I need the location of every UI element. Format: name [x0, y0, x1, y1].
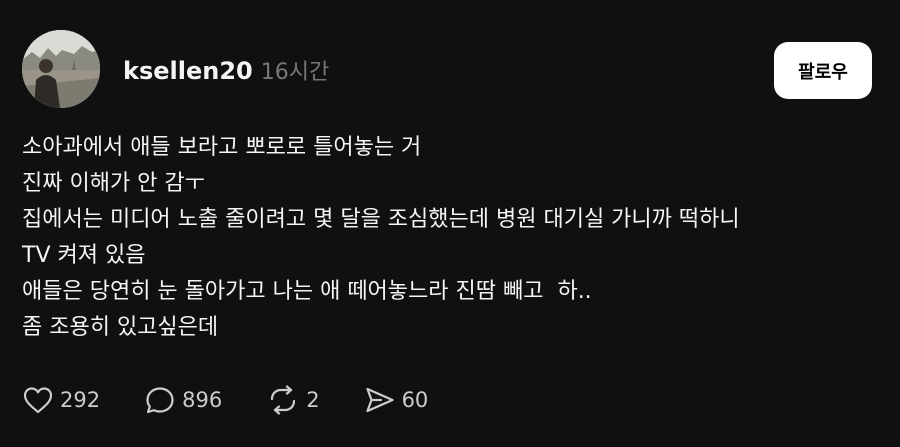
- post-body: 소아과에서 애들 보라고 뽀로로 틀어놓는 거 진짜 이해가 안 감ㅜ 집에서는…: [22, 130, 882, 346]
- post-body-line: 진짜 이해가 안 감ㅜ: [22, 171, 205, 196]
- share-button[interactable]: 60: [364, 385, 429, 415]
- post: ksellen20 16시간 팔로우 소아과에서 애들 보라고 뽀로로 틀어놓는…: [0, 0, 900, 447]
- like-button[interactable]: 292: [22, 385, 100, 415]
- repost-count: 2: [306, 388, 320, 412]
- repost-button[interactable]: 2: [266, 385, 320, 415]
- post-body-line: TV 켜져 있음: [22, 243, 146, 268]
- post-author: ksellen20 16시간: [123, 54, 329, 86]
- follow-button[interactable]: 팔로우: [774, 42, 872, 99]
- username[interactable]: ksellen20: [123, 57, 253, 85]
- like-count: 292: [60, 388, 101, 412]
- avatar[interactable]: [22, 30, 100, 108]
- comment-icon: [144, 385, 176, 415]
- comment-count: 896: [182, 388, 223, 412]
- post-actions: 292 896 2 60: [22, 380, 472, 420]
- share-icon: [364, 385, 396, 415]
- post-body-line: 좀 조용히 있고싶은데: [22, 315, 219, 340]
- post-body-line: 소아과에서 애들 보라고 뽀로로 틀어놓는 거: [22, 135, 422, 160]
- comment-button[interactable]: 896: [144, 385, 222, 415]
- share-count: 60: [401, 388, 429, 412]
- post-body-line: 집에서는 미디어 노출 줄이려고 몇 달을 조심했는데 병원 대기실 가니까 떡…: [22, 207, 740, 232]
- post-body-line: 애들은 당연히 눈 돌아가고 나는 애 떼어놓느라 진땀 빼고 하..: [22, 279, 592, 304]
- post-timestamp: 16시간: [260, 60, 330, 85]
- repost-icon: [266, 385, 300, 415]
- heart-icon: [22, 385, 54, 415]
